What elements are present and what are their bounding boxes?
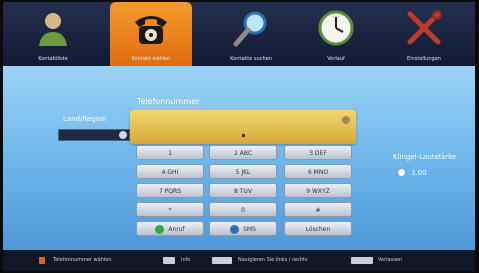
text-cursor xyxy=(242,134,245,137)
call-button[interactable]: Anruf xyxy=(136,221,204,236)
key-2[interactable]: 2 ABC xyxy=(209,145,277,160)
menu-label-search: Kontakte suchen xyxy=(230,56,272,62)
phone-call-icon xyxy=(155,225,165,234)
country-label: Land/Region xyxy=(63,115,107,123)
dialer-panel: Telefonnummer Land/Region 1 2 ABC 3 DEF … xyxy=(3,66,475,250)
help-bar: Telefonnummer wählen Info Navigieren Sie… xyxy=(3,250,475,271)
tv-screen: Kontaktliste Kontakt wählen Kontakte suc… xyxy=(3,2,475,271)
country-select[interactable] xyxy=(58,129,130,141)
call-button-label: Anruf xyxy=(168,226,185,233)
key-0[interactable]: 0 xyxy=(209,202,277,217)
input-indicator-icon xyxy=(342,116,350,124)
key-star[interactable]: * xyxy=(136,202,204,217)
menu-item-search[interactable]: Kontakte suchen xyxy=(209,2,293,66)
exit-key-icon xyxy=(351,257,373,264)
magnifier-icon xyxy=(233,11,267,47)
left-right-keys-icon xyxy=(212,257,232,264)
key-9[interactable]: 9 WXYZ xyxy=(284,183,352,198)
country-select-dot-icon xyxy=(119,131,127,139)
menu-label-contacts: Kontaktliste xyxy=(38,56,68,62)
sms-icon xyxy=(230,225,240,234)
help-dial: Telefonnummer wählen xyxy=(53,257,112,263)
help-exit: Verlassen xyxy=(378,257,403,263)
clear-button[interactable]: Löschen xyxy=(284,221,352,236)
top-menu-bar: Kontaktliste Kontakt wählen Kontakte suc… xyxy=(3,2,475,66)
ring-volume-label: Klingel-Lautstärke xyxy=(393,153,457,161)
sms-button-label: SMS xyxy=(243,226,256,233)
help-info: Info xyxy=(181,257,191,263)
clock-icon xyxy=(318,10,354,46)
ring-volume-value: 3.00 xyxy=(411,169,427,177)
sms-button[interactable]: SMS xyxy=(209,221,277,236)
key-7[interactable]: 7 PQRS xyxy=(136,183,204,198)
ok-key-icon xyxy=(39,257,45,264)
menu-item-dial[interactable]: Kontakt wählen xyxy=(110,2,192,66)
key-4[interactable]: 4 GHI xyxy=(136,164,204,179)
telephone-icon xyxy=(135,16,167,44)
menu-item-settings[interactable]: Einstellungen xyxy=(379,2,469,66)
contact-person-icon xyxy=(39,13,67,46)
key-hash[interactable]: # xyxy=(284,202,352,217)
key-8[interactable]: 8 TUV xyxy=(209,183,277,198)
menu-item-history[interactable]: Verlauf xyxy=(300,2,372,66)
menu-item-contacts[interactable]: Kontaktliste xyxy=(11,2,95,66)
key-3[interactable]: 3 DEF xyxy=(284,145,352,160)
info-key-icon xyxy=(163,257,175,264)
phone-number-input[interactable] xyxy=(130,110,356,144)
menu-label-dial: Kontakt wählen xyxy=(131,56,171,62)
help-navigate: Navigieren Sie links / rechts xyxy=(238,257,308,263)
tools-icon xyxy=(407,10,442,45)
menu-label-history: Verlauf xyxy=(327,56,345,62)
menu-label-settings: Einstellungen xyxy=(407,56,441,62)
ring-volume-radio[interactable] xyxy=(397,168,406,177)
key-1[interactable]: 1 xyxy=(136,145,204,160)
key-5[interactable]: 5 JKL xyxy=(209,164,277,179)
phone-number-label: Telefonnummer xyxy=(137,97,200,106)
key-6[interactable]: 6 MNO xyxy=(284,164,352,179)
